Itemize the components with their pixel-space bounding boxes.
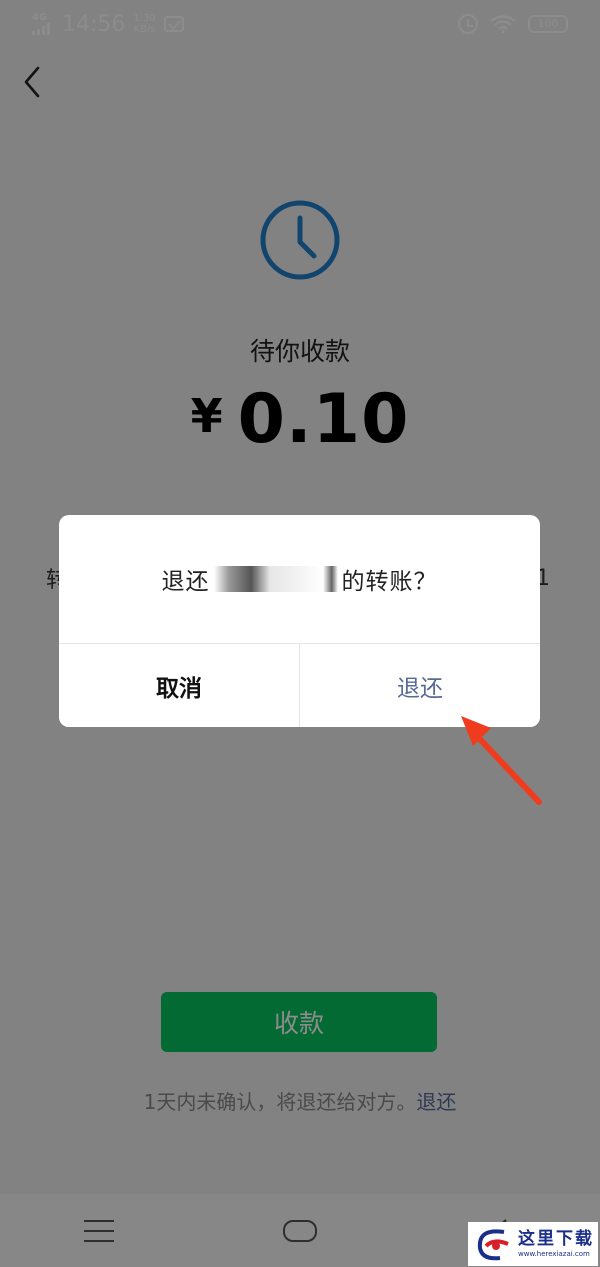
- cancel-button[interactable]: 取消: [59, 644, 300, 727]
- watermark-name: 这里下载: [518, 1228, 594, 1249]
- dialog-message-suffix: 的转账？: [341, 569, 438, 595]
- red-arrow-annotation: [461, 716, 542, 805]
- dialog-message: 退还 的转账？: [59, 515, 540, 643]
- refund-dialog: 退还 的转账？ 取消 退还: [59, 515, 540, 727]
- watermark-text: 这里下载 www.herexiazai.com: [518, 1228, 594, 1258]
- watermark: 这里下载 www.herexiazai.com: [468, 1222, 598, 1266]
- dialog-message-prefix: 退还: [161, 569, 210, 595]
- watermark-logo-icon: [477, 1229, 509, 1261]
- watermark-url: www.herexiazai.com: [518, 1249, 590, 1258]
- redacted-name: [213, 566, 338, 592]
